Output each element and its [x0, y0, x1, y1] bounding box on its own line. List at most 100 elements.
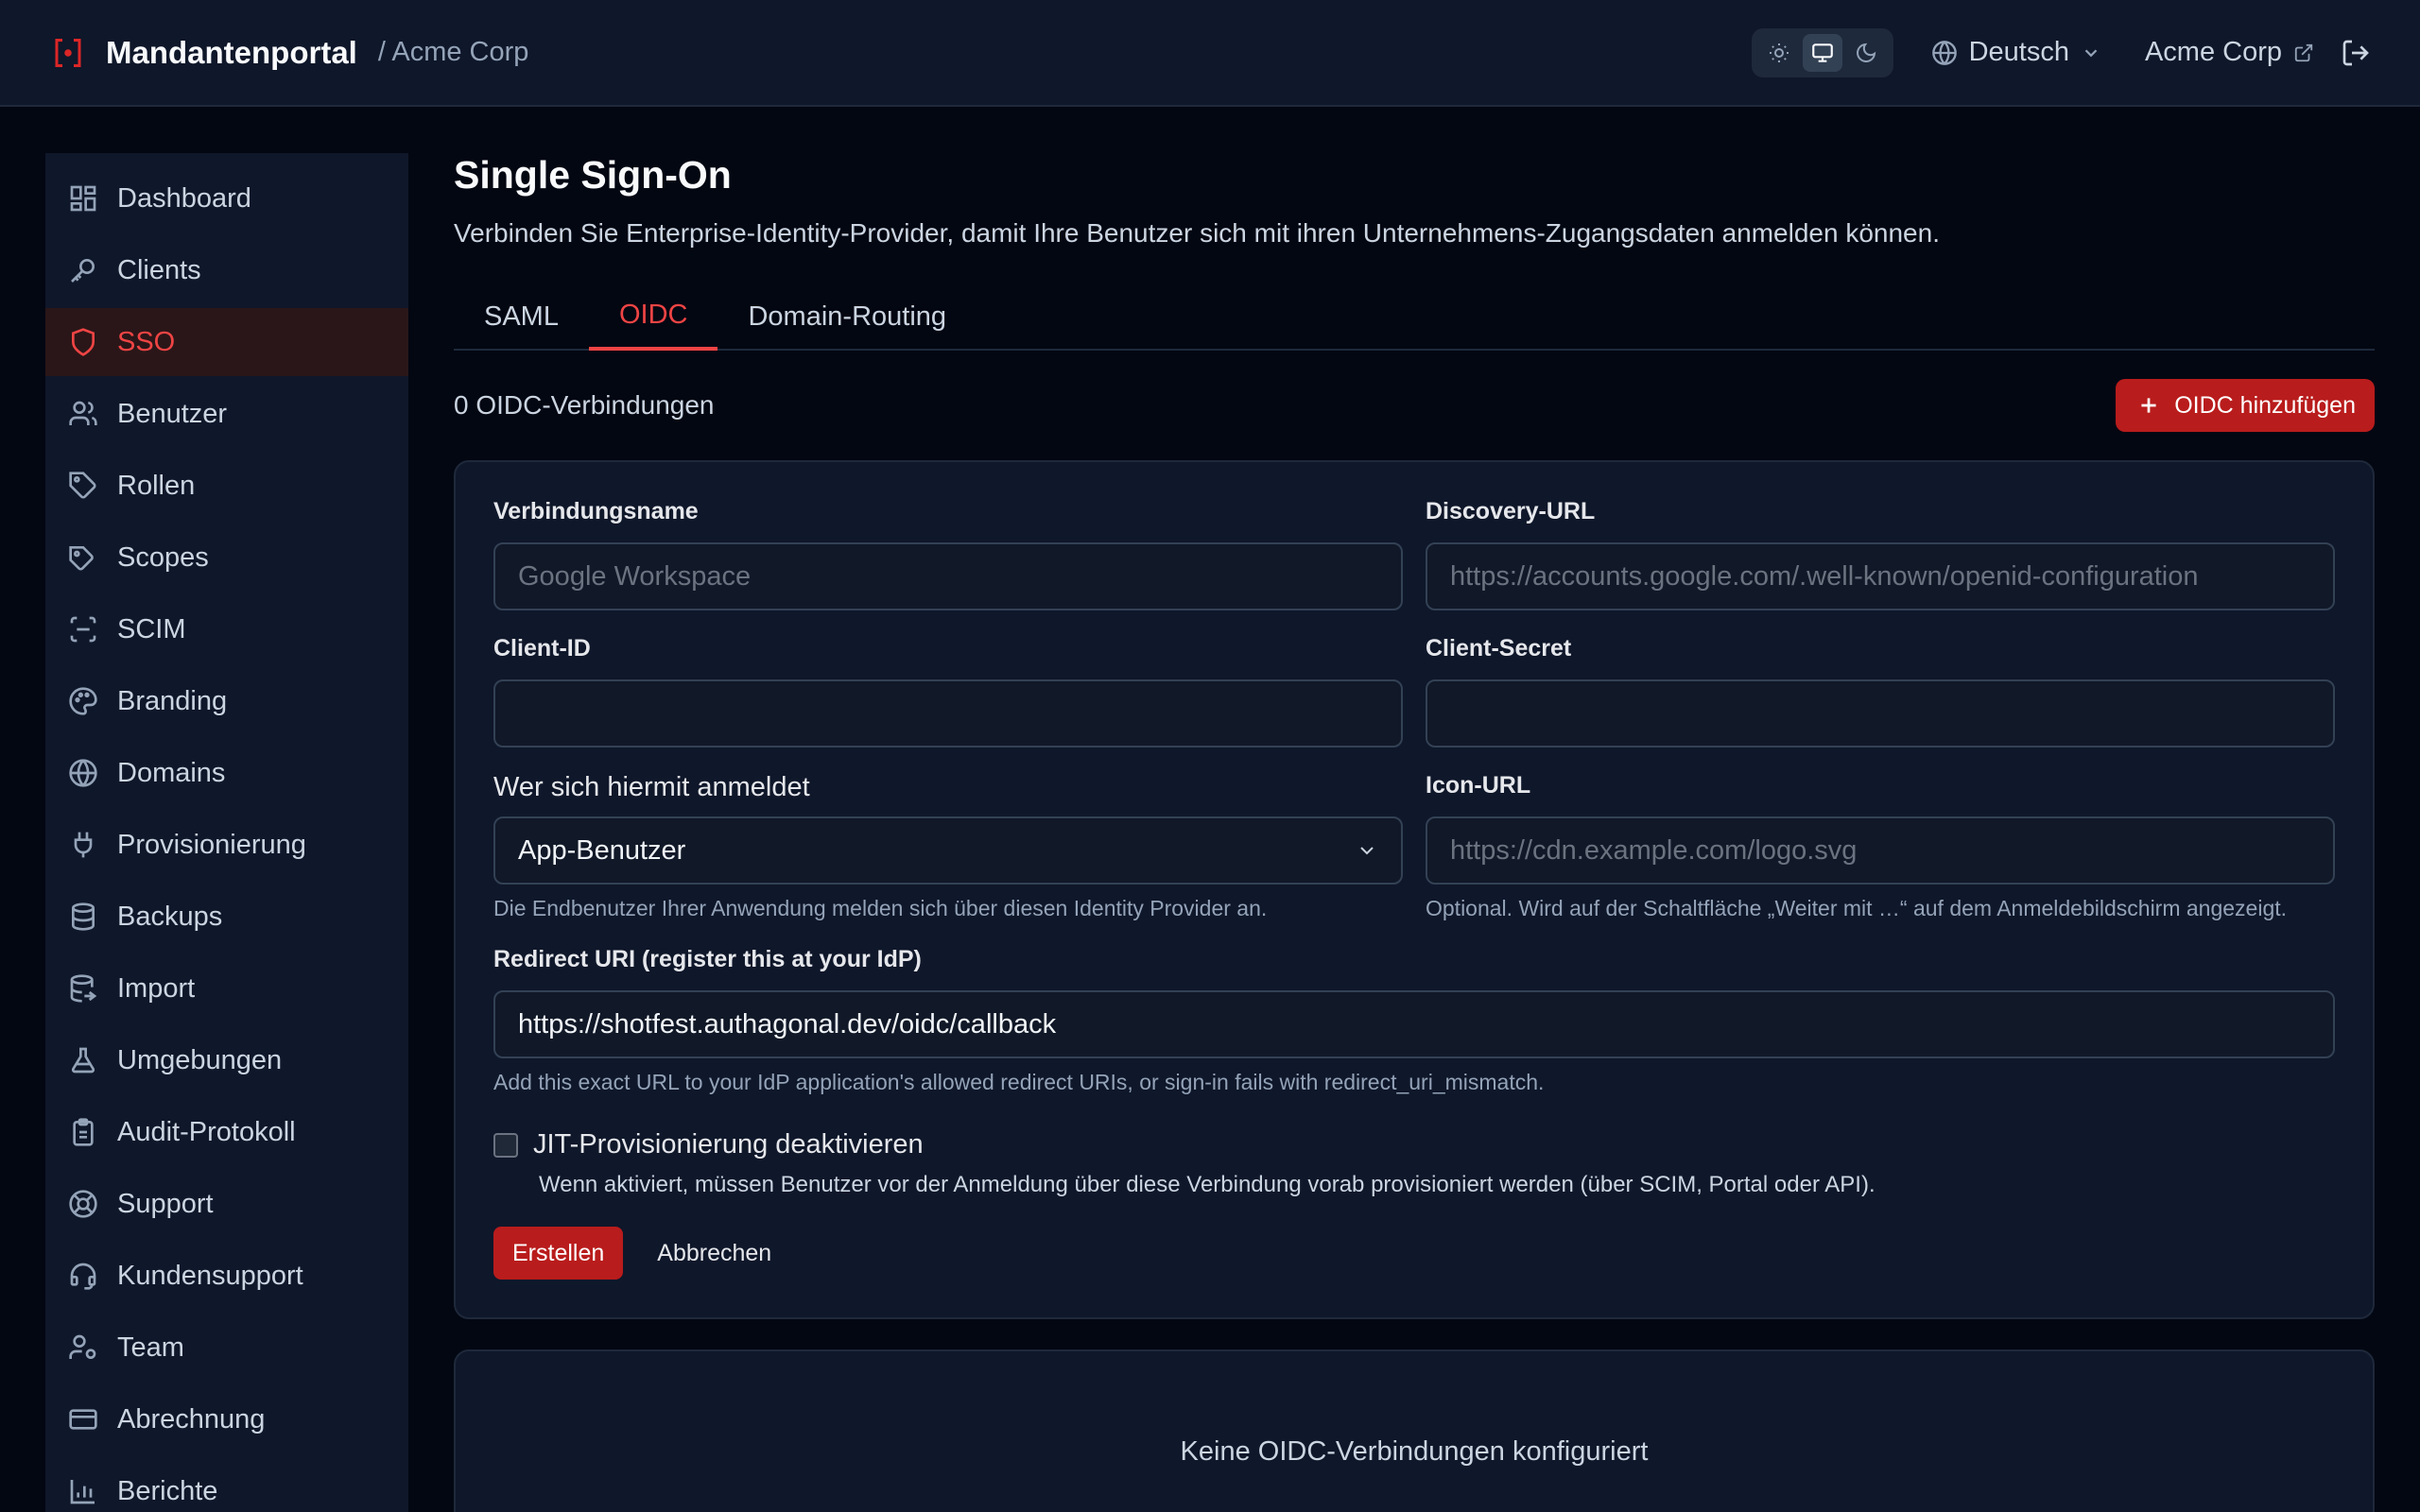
client-secret-field: Client-Secret	[1426, 635, 2335, 747]
sidebar-item-label: Scopes	[117, 541, 209, 573]
sidebar: Dashboard Clients SSO Benutzer Rollen Sc…	[45, 153, 408, 1512]
oidc-form-card: Verbindungsname Discovery-URL Client-ID …	[454, 460, 2375, 1319]
sidebar-item-scim[interactable]: SCIM	[45, 595, 408, 663]
sidebar-item-domains[interactable]: Domains	[45, 739, 408, 807]
sidebar-item-scopes[interactable]: Scopes	[45, 524, 408, 592]
chevron-down-icon	[1356, 839, 1378, 862]
toolbar: 0 OIDC-Verbindungen OIDC hinzufügen	[454, 351, 2375, 460]
bar-chart-icon	[68, 1476, 98, 1506]
who-select-value: App-Benutzer	[518, 834, 686, 866]
add-oidc-button[interactable]: OIDC hinzufügen	[2116, 379, 2375, 432]
sidebar-item-import[interactable]: Import	[45, 954, 408, 1022]
logout-icon[interactable]	[2341, 38, 2371, 68]
empty-state-text: Keine OIDC-Verbindungen konfiguriert	[1180, 1436, 1649, 1467]
external-link-icon	[2293, 43, 2314, 63]
language-selector[interactable]: Deutsch	[1931, 37, 2101, 68]
redirect-uri-input[interactable]	[493, 990, 2335, 1058]
sidebar-item-label: Kundensupport	[117, 1260, 303, 1291]
connection-name-input[interactable]	[493, 542, 1403, 610]
sidebar-item-audit-protokoll[interactable]: Audit-Protokoll	[45, 1098, 408, 1166]
who-hint: Die Endbenutzer Ihrer Anwendung melden s…	[493, 896, 1268, 920]
users-icon	[68, 399, 98, 429]
sidebar-item-support[interactable]: Support	[45, 1170, 408, 1238]
sidebar-item-label: Provisionierung	[117, 829, 306, 860]
sidebar-item-team[interactable]: Team	[45, 1314, 408, 1382]
redirect-hint: Add this exact URL to your IdP applicati…	[493, 1070, 1545, 1094]
palette-icon	[68, 686, 98, 716]
sidebar-item-backups[interactable]: Backups	[45, 883, 408, 951]
jit-label[interactable]: JIT-Provisionierung deaktivieren	[533, 1129, 924, 1160]
sidebar-item-label: Backups	[117, 901, 223, 932]
client-secret-label: Client-Secret	[1426, 635, 1572, 662]
sidebar-item-dashboard[interactable]: Dashboard	[45, 164, 408, 232]
tab-bar: SAML OIDC Domain-Routing	[454, 283, 2375, 351]
empty-state: Keine OIDC-Verbindungen konfiguriert	[454, 1349, 2375, 1512]
tab-saml[interactable]: SAML	[454, 283, 589, 351]
name-label: Verbindungsname	[493, 498, 699, 524]
user-cog-icon	[68, 1332, 98, 1363]
tab-oidc[interactable]: OIDC	[588, 283, 718, 351]
who-field: Wer sich hiermit anmeldet App-Benutzer D…	[493, 772, 1403, 921]
add-oidc-label: OIDC hinzufügen	[2174, 391, 2356, 419]
discovery-url-input[interactable]	[1426, 542, 2335, 610]
sidebar-item-sso[interactable]: SSO	[45, 308, 408, 376]
scan-icon	[68, 614, 98, 644]
key-icon	[68, 255, 98, 285]
discovery-field: Discovery-URL	[1426, 498, 2335, 610]
sidebar-item-label: Umgebungen	[117, 1044, 283, 1075]
sidebar-item-clients[interactable]: Clients	[45, 236, 408, 304]
sidebar-item-abrechnung[interactable]: Abrechnung	[45, 1385, 408, 1453]
icon-url-hint: Optional. Wird auf der Schaltfläche „Wei…	[1426, 896, 2288, 920]
sidebar-item-label: Import	[117, 972, 196, 1004]
sidebar-item-kundensupport[interactable]: Kundensupport	[45, 1242, 408, 1310]
theme-system-button[interactable]	[1802, 33, 1842, 72]
who-label: Wer sich hiermit anmeldet	[493, 772, 810, 802]
main-content: Single Sign-On Verbinden Sie Enterprise-…	[454, 153, 2375, 1512]
page-description: Verbinden Sie Enterprise-Identity-Provid…	[454, 218, 1940, 248]
who-select[interactable]: App-Benutzer	[493, 816, 1403, 885]
redirect-label: Redirect URI (register this at your IdP)	[493, 946, 922, 972]
name-field: Verbindungsname	[493, 498, 1403, 610]
database-import-icon	[68, 973, 98, 1004]
shield-icon	[68, 327, 98, 357]
sidebar-item-rollen[interactable]: Rollen	[45, 452, 408, 520]
language-label: Deutsch	[1968, 37, 2069, 67]
sidebar-item-label: Dashboard	[117, 182, 251, 214]
create-button[interactable]: Erstellen	[493, 1227, 624, 1280]
cancel-button[interactable]: Abbrechen	[657, 1240, 771, 1267]
flask-icon	[68, 1045, 98, 1075]
sidebar-item-label: Abrechnung	[117, 1403, 266, 1435]
jit-checkbox-row: JIT-Provisionierung deaktivieren	[493, 1129, 2335, 1160]
icon-url-label: Icon-URL	[1426, 772, 1531, 799]
sidebar-item-branding[interactable]: Branding	[45, 667, 408, 735]
app-title: Mandantenportal	[106, 34, 357, 70]
globe-icon	[1931, 40, 1958, 66]
theme-dark-button[interactable]	[1846, 34, 1886, 72]
credit-card-icon	[68, 1404, 98, 1435]
tenant-link[interactable]: Acme Corp	[2145, 37, 2314, 68]
tenant-label: Acme Corp	[2144, 37, 2282, 67]
client-id-label: Client-ID	[493, 635, 591, 662]
plug-icon	[68, 830, 98, 860]
breadcrumb: / Acme Corp	[377, 37, 529, 67]
moon-icon	[1855, 42, 1877, 64]
jit-hint: Wenn aktiviert, müssen Benutzer vor der …	[539, 1172, 1876, 1197]
globe-icon	[68, 758, 98, 788]
icon-url-input[interactable]	[1426, 816, 2335, 885]
sidebar-item-benutzer[interactable]: Benutzer	[45, 380, 408, 448]
client-id-input[interactable]	[493, 679, 1403, 747]
tab-domain-routing[interactable]: Domain-Routing	[717, 283, 977, 351]
monitor-icon	[1810, 41, 1835, 65]
jit-checkbox[interactable]	[493, 1132, 518, 1158]
sidebar-item-label: SCIM	[117, 613, 186, 644]
headset-icon	[68, 1261, 98, 1291]
sidebar-item-umgebungen[interactable]: Umgebungen	[45, 1026, 408, 1094]
sidebar-item-provisionierung[interactable]: Provisionierung	[45, 811, 408, 879]
sidebar-item-label: Audit-Protokoll	[117, 1116, 296, 1147]
client-secret-input[interactable]	[1426, 679, 2335, 747]
plus-icon	[2136, 393, 2161, 418]
tag-icon	[68, 471, 98, 501]
sidebar-item-berichte[interactable]: Berichte	[45, 1457, 408, 1512]
theme-light-button[interactable]	[1759, 34, 1799, 72]
sun-icon	[1768, 42, 1790, 64]
